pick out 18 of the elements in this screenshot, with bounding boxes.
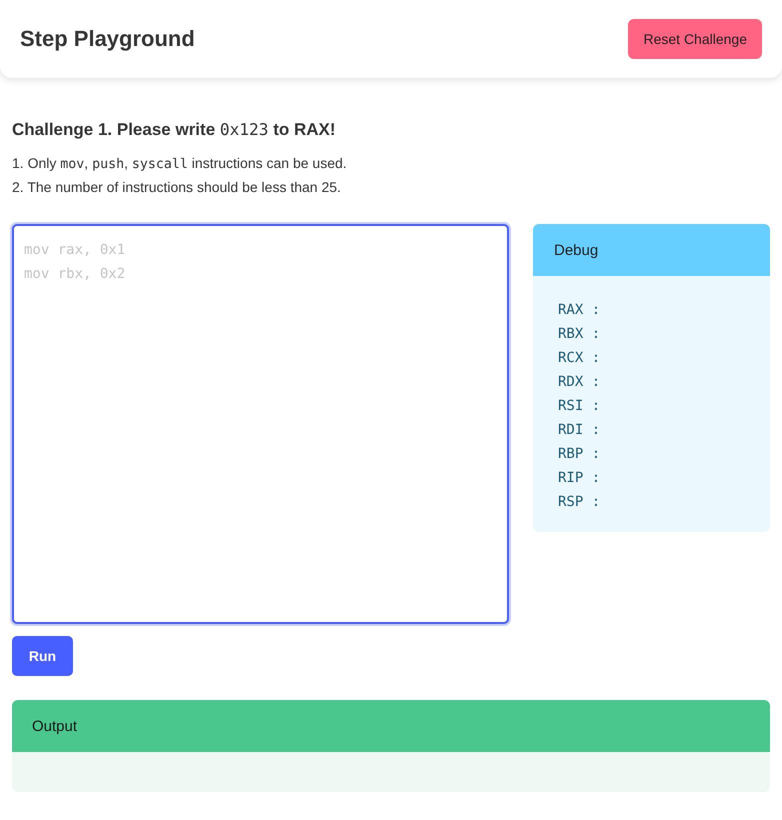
challenge-title: Challenge 1. Please write 0x123 to RAX!	[12, 120, 337, 140]
register-label: RDX :	[558, 373, 602, 392]
app-title: Step Playground	[20, 26, 195, 52]
output-title: Output	[32, 718, 78, 734]
code-editor-field[interactable]: mov rax, 0x1 mov rbx, 0x2	[12, 224, 509, 624]
reset-challenge-button[interactable]: Reset Challenge	[628, 19, 762, 59]
register-label: RAX :	[558, 301, 602, 320]
register-label: RSI :	[558, 397, 602, 416]
register-label: RBP :	[558, 445, 602, 464]
register-label: RIP :	[558, 469, 602, 488]
register-label: RDI :	[558, 421, 602, 440]
rule-text: 2. The number of instructions should be less than 25.	[12, 178, 342, 197]
debug-title: Debug	[554, 242, 598, 258]
register-label: RSP :	[558, 493, 602, 512]
rule-text: 1. Only mov, push, syscall instructions can be used.	[12, 154, 348, 174]
register-label: RCX :	[558, 349, 602, 368]
register-label: RBX :	[558, 325, 602, 344]
run-button[interactable]: Run	[12, 636, 73, 676]
